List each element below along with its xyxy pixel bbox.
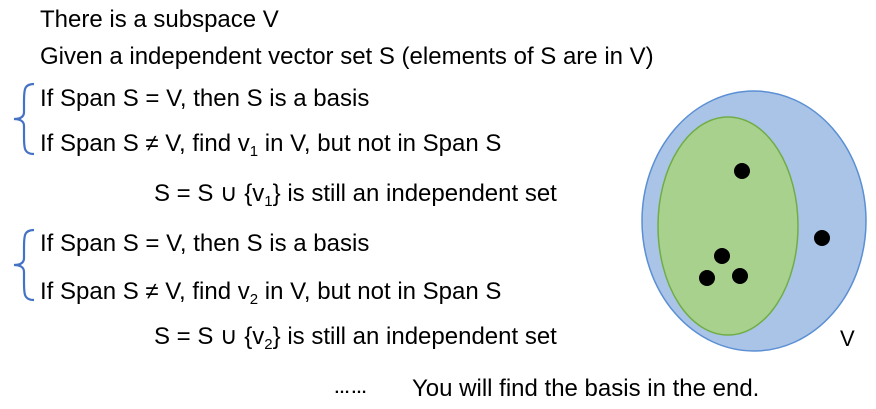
step1-find-pre: If Span S ≠ V, find v xyxy=(40,130,250,157)
step1-update-sub: 1 xyxy=(264,193,273,210)
intro-line: There is a subspace V xyxy=(40,6,279,34)
ellipsis: …… xyxy=(334,380,368,397)
brace-icon xyxy=(13,228,35,302)
conclusion-line: You will find the basis in the end. xyxy=(412,375,759,403)
step2-update-post: } is still an independent set xyxy=(272,323,557,350)
step1-update-post: } is still an independent set xyxy=(272,180,557,207)
step2-update-pre: S = S ∪ {v xyxy=(154,323,265,350)
vector-point xyxy=(699,270,715,286)
step1-update-pre: S = S ∪ {v xyxy=(154,180,265,207)
given-line: Given a independent vector set S (elemen… xyxy=(40,43,654,71)
given-text: Given a independent vector set S (elemen… xyxy=(40,43,654,70)
step1-basis-text: If Span S = V, then S is a basis xyxy=(40,85,370,112)
step2-find-line: If Span S ≠ V, find v2 in V, but not in … xyxy=(40,278,502,308)
step2-update-line: S = S ∪ {v2} is still an independent set xyxy=(154,323,557,353)
step1-find-post: in V, but not in Span S xyxy=(258,130,502,157)
step2-update-sub: 2 xyxy=(264,336,273,353)
step2-basis-text: If Span S = V, then S is a basis xyxy=(40,230,370,257)
step1-find-sub: 1 xyxy=(249,143,259,160)
vector-point xyxy=(814,230,830,246)
step1-basis-line: If Span S = V, then S is a basis xyxy=(40,85,369,113)
vector-point xyxy=(732,268,748,284)
step2-basis-line: If Span S = V, then S is a basis xyxy=(40,230,369,258)
step2-find-pre: If Span S ≠ V, find v xyxy=(40,278,250,305)
subspace-diagram: V xyxy=(641,90,867,352)
intro-text: There is a subspace V xyxy=(40,6,279,33)
span-s-ellipse xyxy=(657,116,799,336)
step2-find-post: in V, but not in Span S xyxy=(258,278,502,305)
step2-find-sub: 2 xyxy=(249,291,259,308)
step1-find-line: If Span S ≠ V, find v1 in V, but not in … xyxy=(40,130,502,160)
vector-point xyxy=(734,163,750,179)
step1-update-line: S = S ∪ {v1} is still an independent set xyxy=(154,180,557,210)
subspace-v-label: V xyxy=(840,326,855,351)
brace-icon xyxy=(13,82,35,156)
vector-point xyxy=(714,248,730,264)
conclusion-text: You will find the basis in the end. xyxy=(412,375,760,402)
